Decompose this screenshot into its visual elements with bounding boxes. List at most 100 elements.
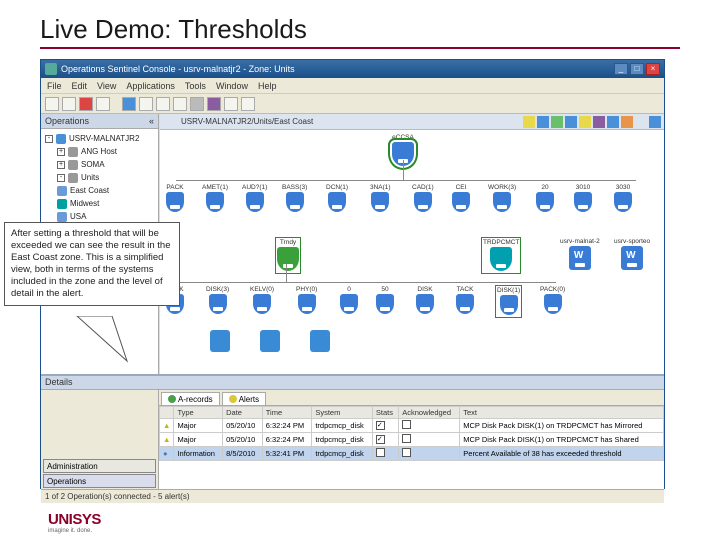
topo-node[interactable]: PHY(0) (296, 286, 317, 315)
topo-node[interactable]: 50 (376, 286, 394, 315)
checkbox-icon[interactable] (376, 435, 385, 444)
topo-node[interactable]: TACK (456, 286, 474, 315)
topo-node[interactable]: DISK (416, 286, 434, 315)
toolbar-btn[interactable] (139, 97, 153, 111)
col-ack[interactable]: Acknowledged (399, 407, 460, 419)
slide-callout: After setting a threshold that will be e… (4, 222, 180, 306)
topo-node-trndy[interactable]: Trndy (276, 238, 300, 273)
checkbox-icon[interactable] (376, 448, 385, 457)
canvas-toolbar: USRV-MALNATJR2/Units/East Coast (160, 114, 664, 130)
canvas-btn[interactable] (163, 116, 175, 128)
window-titlebar: Operations Sentinel Console - usrv-malna… (41, 60, 664, 78)
checkbox-icon[interactable] (402, 434, 411, 443)
mode-administration[interactable]: Administration (43, 459, 156, 473)
canvas-btn[interactable] (551, 116, 563, 128)
canvas-btn[interactable] (635, 116, 647, 128)
toolbar-btn[interactable] (224, 97, 238, 111)
topo-node[interactable]: 3010 (574, 184, 592, 213)
menu-view[interactable]: View (97, 81, 116, 91)
topo-node[interactable]: KELV(0) (250, 286, 274, 315)
toolbar-btn[interactable] (173, 97, 187, 111)
canvas-btn[interactable] (593, 116, 605, 128)
tab-records[interactable]: A-records (161, 392, 220, 405)
topo-node[interactable]: CEI (452, 184, 470, 213)
canvas-btn[interactable] (565, 116, 577, 128)
menu-file[interactable]: File (47, 81, 62, 91)
col-date[interactable]: Date (223, 407, 263, 419)
topo-node-w[interactable]: usrv-malnat-2 (560, 238, 600, 271)
topo-node[interactable]: AUD?(1) (242, 184, 267, 213)
canvas-btn[interactable] (607, 116, 619, 128)
tree-node[interactable]: Midwest (43, 197, 156, 210)
checkbox-icon[interactable] (376, 421, 385, 430)
tab-alerts[interactable]: Alerts (222, 392, 266, 405)
col-type[interactable]: Type (174, 407, 223, 419)
toolbar-btn[interactable] (190, 97, 204, 111)
checkbox-icon[interactable] (402, 448, 411, 457)
topo-node[interactable]: 0 (340, 286, 358, 315)
panel-header-operations[interactable]: Operations« (41, 114, 158, 129)
topo-node[interactable]: 3NA(1) (370, 184, 391, 213)
table-row-selected[interactable]: ● Information8/5/20105:32:41 PM trdpcmcp… (160, 447, 664, 461)
topo-node[interactable]: CAD(1) (412, 184, 434, 213)
topo-node-trdpcmct[interactable]: TRDPCMCT (482, 238, 520, 273)
topo-node[interactable]: WORK(3) (488, 184, 516, 213)
tree-node[interactable]: +ANG Host (43, 145, 156, 158)
menu-window[interactable]: Window (216, 81, 248, 91)
toolbar-btn[interactable] (62, 97, 76, 111)
person-icon[interactable] (210, 330, 230, 352)
close-button[interactable]: × (646, 63, 660, 75)
checkbox-icon[interactable] (402, 420, 411, 429)
menu-help[interactable]: Help (258, 81, 277, 91)
breadcrumb: USRV-MALNATJR2/Units/East Coast (177, 117, 313, 126)
col-stats[interactable]: Stats (372, 407, 398, 419)
status-bar: 1 of 2 Operation(s) connected - 5 alert(… (41, 489, 664, 503)
maximize-button[interactable]: □ (630, 63, 644, 75)
toolbar-btn[interactable] (122, 97, 136, 111)
topo-node[interactable]: 20 (536, 184, 554, 213)
tree-node[interactable]: -USRV-MALNATJR2 (43, 132, 156, 145)
alerts-table: Type Date Time System Stats Acknowledged… (159, 406, 664, 461)
table-row[interactable]: ▲ Major05/20/106:32:24 PM trdpcmcp_disk … (160, 433, 664, 447)
window-title: Operations Sentinel Console - usrv-malna… (61, 64, 614, 74)
topo-node[interactable]: AMET(1) (202, 184, 228, 213)
menu-applications[interactable]: Applications (126, 81, 175, 91)
toolbar-btn[interactable] (207, 97, 221, 111)
person-icon[interactable] (310, 330, 330, 352)
toolbar-btn[interactable] (156, 97, 170, 111)
tree-node[interactable]: +SOMA (43, 158, 156, 171)
mode-operations[interactable]: Operations (43, 474, 156, 488)
unisys-logo: UNISYSimagine it. done. (48, 511, 101, 534)
slide-title: Live Demo: Thresholds (40, 8, 680, 49)
col-time[interactable]: Time (262, 407, 312, 419)
table-row[interactable]: ▲ Major05/20/106:32:24 PM trdpcmcp_disk … (160, 419, 664, 433)
topo-node[interactable]: PACK(0) (540, 286, 565, 315)
col-system[interactable]: System (312, 407, 373, 419)
toolbar-btn[interactable] (45, 97, 59, 111)
toolbar-btn[interactable] (79, 97, 93, 111)
topo-node[interactable]: BASS(3) (282, 184, 307, 213)
details-panel: Details Administration Operations A-reco… (41, 374, 664, 489)
topo-node[interactable]: PACK (166, 184, 184, 213)
canvas-btn[interactable] (537, 116, 549, 128)
canvas-btn[interactable] (621, 116, 633, 128)
toolbar-btn[interactable] (241, 97, 255, 111)
person-icon[interactable] (260, 330, 280, 352)
menu-edit[interactable]: Edit (72, 81, 88, 91)
tree-node-eastcoast[interactable]: East Coast (43, 184, 156, 197)
topo-node[interactable]: DCN(1) (326, 184, 348, 213)
canvas-btn[interactable] (579, 116, 591, 128)
toolbar (41, 94, 664, 114)
app-icon (45, 63, 57, 75)
canvas-btn[interactable] (523, 116, 535, 128)
topo-node-disk-alert[interactable]: DISK(1) (496, 286, 521, 317)
topo-node[interactable]: DISK(3) (206, 286, 229, 315)
topo-node-w[interactable]: usrv-sporteo (614, 238, 650, 271)
col-text[interactable]: Text (460, 407, 664, 419)
menu-tools[interactable]: Tools (185, 81, 206, 91)
canvas-btn[interactable] (649, 116, 661, 128)
toolbar-btn[interactable] (96, 97, 110, 111)
tree-node[interactable]: -Units (43, 171, 156, 184)
minimize-button[interactable]: _ (614, 63, 628, 75)
topo-node[interactable]: 3030 (614, 184, 632, 213)
